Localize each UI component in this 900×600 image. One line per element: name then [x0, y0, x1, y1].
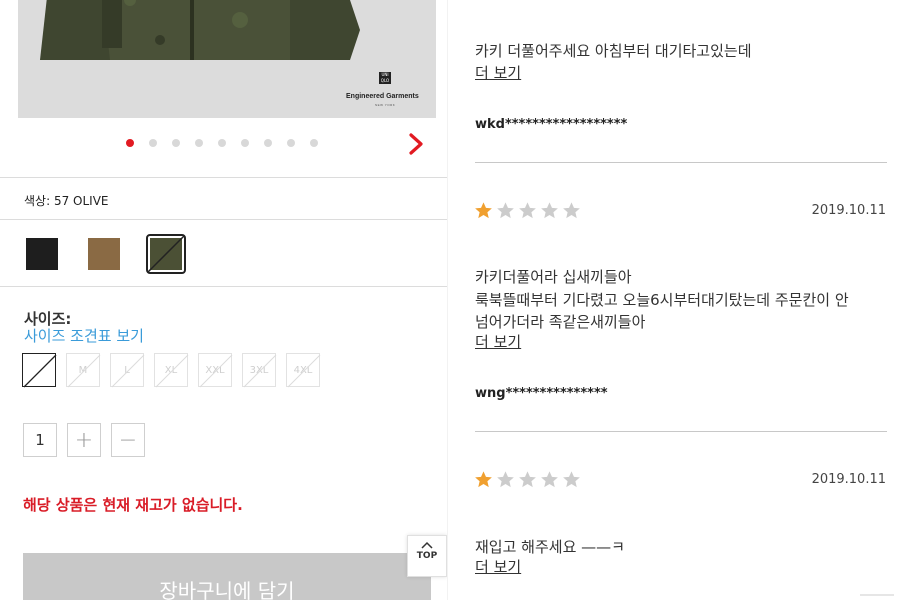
- star-rating: [474, 201, 581, 220]
- unavailable-slash-icon: [155, 354, 189, 388]
- more-link[interactable]: 더 보기: [475, 556, 521, 577]
- star-empty-icon: [497, 202, 514, 219]
- swatch-brown[interactable]: [84, 234, 124, 274]
- carousel-dot[interactable]: [126, 139, 134, 147]
- add-to-cart-button[interactable]: 장바구니에 담기: [23, 553, 431, 600]
- star-empty-icon: [519, 471, 536, 488]
- size-option-4xl[interactable]: 4XL: [286, 353, 321, 388]
- brand-subtitle: NEW YORK: [375, 103, 396, 107]
- review-date: 2019.10.11: [811, 472, 886, 487]
- star-rating: [474, 470, 581, 489]
- unavailable-slash-icon: [287, 354, 321, 388]
- swatch-color: [26, 238, 58, 270]
- review-text: 재입고 해주세요 ——ㅋ: [475, 538, 625, 556]
- star-empty-icon: [563, 471, 580, 488]
- quantity-stepper: 1 + −: [23, 423, 145, 457]
- star-empty-icon: [541, 202, 558, 219]
- carousel-dot[interactable]: [287, 139, 295, 147]
- unavailable-slash-icon: [111, 354, 145, 388]
- size-options: M L XL XXL 3XL 4XL: [22, 353, 321, 388]
- product-image: UNI QLO Engineered Garments NEW YORK: [18, 0, 436, 118]
- size-chart-link[interactable]: 사이즈 조견표 보기: [24, 325, 144, 346]
- carousel-dot[interactable]: [149, 139, 157, 147]
- star-empty-icon: [519, 202, 536, 219]
- carousel-dot[interactable]: [241, 139, 249, 147]
- review-text: 카키 더풀어주세요 아침부터 대기타고있는데: [475, 42, 752, 60]
- swatch-olive[interactable]: [146, 234, 186, 274]
- review-text: 카키더풀어라 십새끼들아: [475, 268, 632, 286]
- minus-button[interactable]: −: [111, 423, 145, 457]
- size-option-xl[interactable]: XL: [154, 353, 189, 388]
- size-option-3xl[interactable]: 3XL: [242, 353, 277, 388]
- unavailable-slash-icon: [23, 354, 57, 388]
- chevron-up-icon: [421, 541, 433, 549]
- product-panel: UNI QLO Engineered Garments NEW YORK 색상:…: [0, 0, 447, 600]
- review-text: 넘어가더라 족같은새끼들아: [475, 313, 646, 331]
- divider: [0, 177, 447, 178]
- carousel-dot[interactable]: [264, 139, 272, 147]
- brand-logo: UNI QLO: [379, 72, 391, 84]
- divider: [0, 219, 447, 220]
- scroll-top-button[interactable]: TOP: [407, 535, 447, 577]
- scroll-indicator: [860, 594, 894, 596]
- reviewer-name: wng***************: [475, 386, 608, 401]
- star-empty-icon: [563, 202, 580, 219]
- jacket-image: [40, 0, 360, 60]
- more-link[interactable]: 더 보기: [475, 62, 521, 83]
- brand-name: Engineered Garments: [346, 93, 419, 100]
- plus-button[interactable]: +: [67, 423, 101, 457]
- star-empty-icon: [497, 471, 514, 488]
- review-text: 룩북뜰때부터 기다렸고 오늘6시부터대기탔는데 주문칸이 안: [475, 291, 849, 309]
- review-divider: [475, 431, 887, 432]
- review-date: 2019.10.11: [811, 203, 886, 218]
- size-option[interactable]: [22, 353, 57, 388]
- star-filled-icon: [475, 471, 492, 488]
- star-filled-icon: [475, 202, 492, 219]
- unavailable-slash-icon: [67, 354, 101, 388]
- carousel-dot[interactable]: [310, 139, 318, 147]
- chevron-right-icon[interactable]: [405, 132, 427, 156]
- unavailable-slash-icon: [199, 354, 233, 388]
- divider: [0, 286, 447, 287]
- carousel-dot[interactable]: [218, 139, 226, 147]
- star-empty-icon: [541, 471, 558, 488]
- unavailable-slash-icon: [243, 354, 277, 388]
- carousel-dot[interactable]: [195, 139, 203, 147]
- sold-out-slash-icon: [147, 235, 185, 273]
- out-of-stock-message: 해당 상품은 현재 재고가 없습니다.: [23, 496, 243, 514]
- color-label: 색상: 57 OLIVE: [24, 194, 109, 208]
- carousel-dots: [126, 139, 318, 147]
- size-option-m[interactable]: M: [66, 353, 101, 388]
- swatch-color: [88, 238, 120, 270]
- top-label: TOP: [416, 551, 438, 561]
- carousel-dot[interactable]: [172, 139, 180, 147]
- reviews-panel: 카키 더풀어주세요 아침부터 대기타고있는데 더 보기 wkd*********…: [448, 0, 900, 600]
- size-option-l[interactable]: L: [110, 353, 145, 388]
- quantity-input[interactable]: 1: [23, 423, 57, 457]
- more-link[interactable]: 더 보기: [475, 331, 521, 352]
- reviewer-name: wkd******************: [475, 117, 628, 132]
- color-swatches: [22, 234, 186, 274]
- swatch-black[interactable]: [22, 234, 62, 274]
- size-option-xxl[interactable]: XXL: [198, 353, 233, 388]
- review-divider: [475, 162, 887, 163]
